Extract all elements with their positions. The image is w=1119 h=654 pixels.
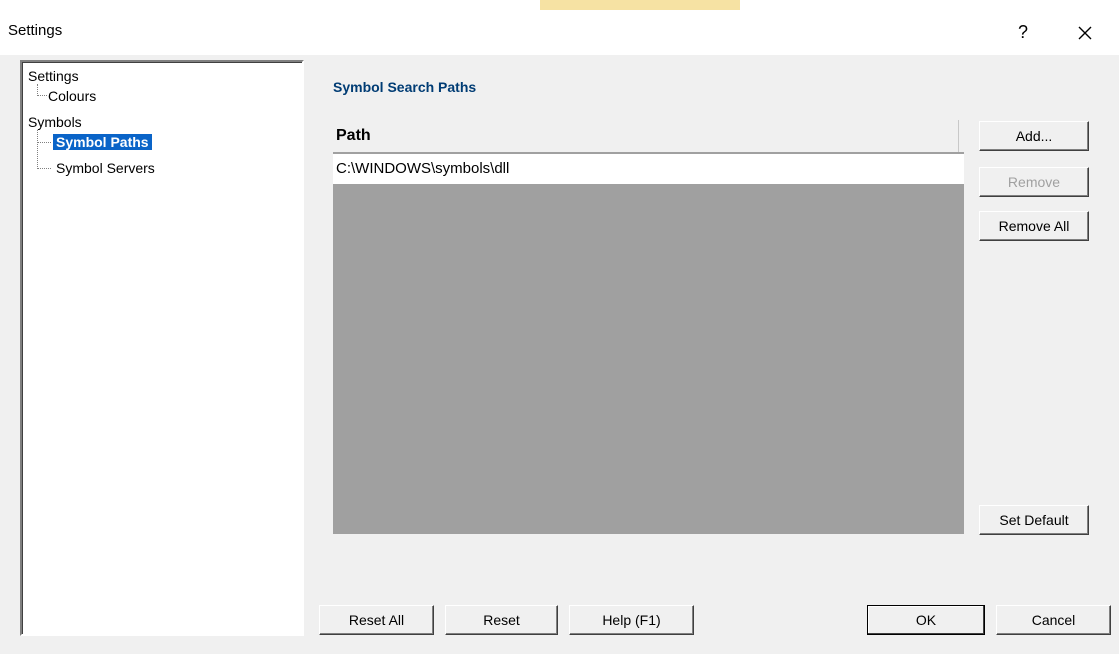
tree-item-settings[interactable]: Settings [28,68,79,84]
settings-tree[interactable]: Settings Colours Symbols Symbol Paths Sy… [20,60,304,636]
set-default-button[interactable]: Set Default [979,505,1089,535]
path-list[interactable] [333,152,964,534]
tree-item-label: Symbol Servers [56,160,155,176]
tree-item-label: Settings [28,68,79,84]
reset-all-button[interactable]: Reset All [319,605,434,635]
close-button[interactable] [1060,10,1110,55]
title-bar[interactable] [0,10,1119,55]
tree-connector [37,95,47,96]
close-icon [1078,26,1092,39]
tree-item-symbols[interactable]: Symbols [28,114,82,130]
path-row-text: C:\WINDOWS\symbols\dll [336,160,510,177]
window-title: Settings [8,22,63,39]
add-button[interactable]: Add... [979,121,1089,151]
tree-connector [37,130,38,169]
cancel-button[interactable]: Cancel [996,605,1111,635]
tree-item-colours[interactable]: Colours [48,88,96,104]
section-title: Symbol Search Paths [333,79,477,95]
tree-item-label: Symbols [28,114,82,130]
help-button[interactable]: Help (F1) [569,605,694,635]
path-column-header[interactable] [333,120,961,152]
background-window-tab [540,0,740,10]
reset-button[interactable]: Reset [445,605,558,635]
help-title-button[interactable]: ? [1000,10,1046,55]
column-divider[interactable] [958,120,959,152]
path-column-header-label: Path [336,127,371,144]
remove-all-button[interactable]: Remove All [979,211,1089,241]
tree-item-symbol-servers[interactable]: Symbol Servers [56,160,155,176]
remove-button[interactable]: Remove [979,167,1089,197]
tree-connector [37,168,51,169]
tree-item-label: Symbol Paths [53,134,152,150]
ok-button[interactable]: OK [867,605,985,635]
tree-item-symbol-paths[interactable]: Symbol Paths [53,134,152,150]
tree-item-label: Colours [48,88,97,104]
tree-connector [37,142,51,143]
